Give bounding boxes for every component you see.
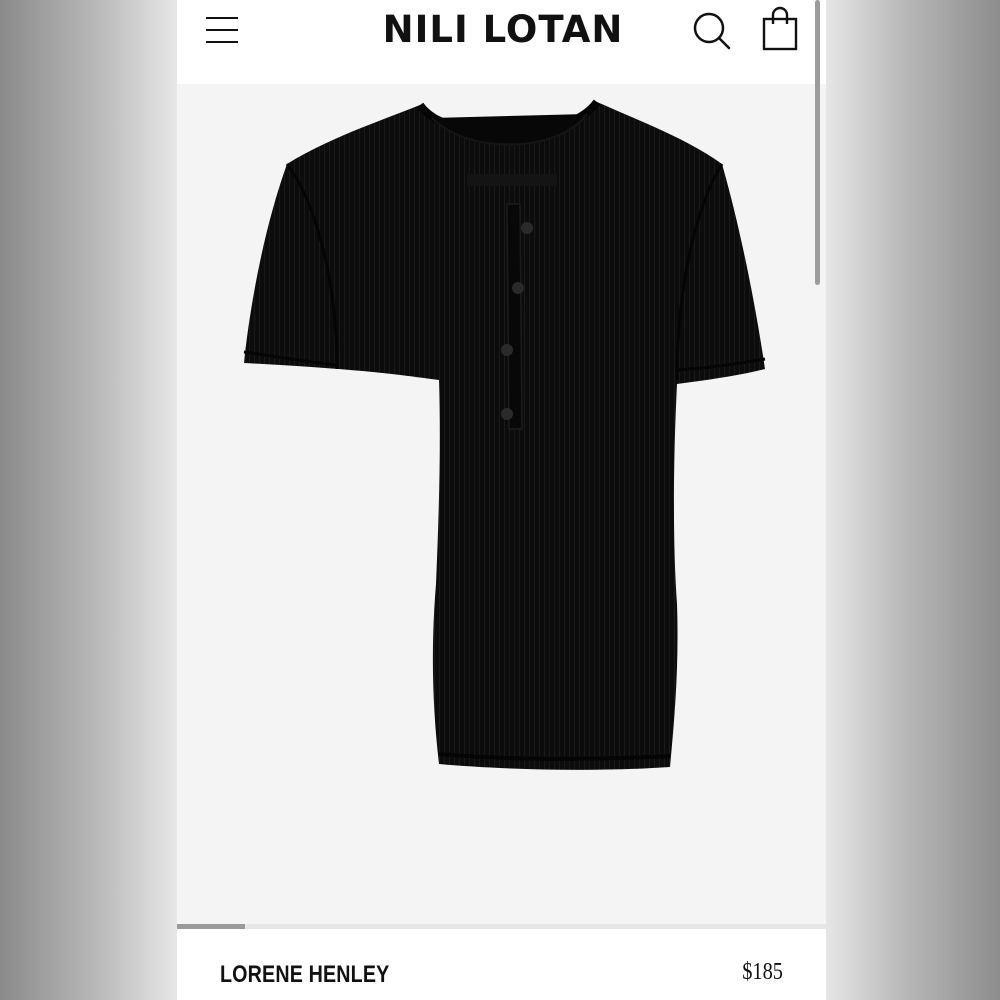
hamburger-menu-icon[interactable] xyxy=(203,12,243,50)
product-info: LORENE HENLEY $185 xyxy=(177,929,826,1000)
product-price: $185 xyxy=(742,959,783,985)
shopping-bag-icon[interactable] xyxy=(761,6,801,52)
left-backdrop xyxy=(0,0,177,1000)
brand-logo[interactable]: NILI LOTAN xyxy=(353,8,653,52)
site-header: NILI LOTAN xyxy=(177,0,826,84)
scrollbar[interactable] xyxy=(815,0,820,285)
right-backdrop xyxy=(826,0,1000,1000)
mobile-page: NILI LOTAN LORENE HENLEY $185 xyxy=(177,0,826,1000)
black-henley-tshirt-image xyxy=(243,99,766,770)
product-name[interactable]: LORENE HENLEY xyxy=(220,961,389,989)
product-image-gallery[interactable] xyxy=(177,84,826,926)
search-icon[interactable] xyxy=(691,8,735,52)
